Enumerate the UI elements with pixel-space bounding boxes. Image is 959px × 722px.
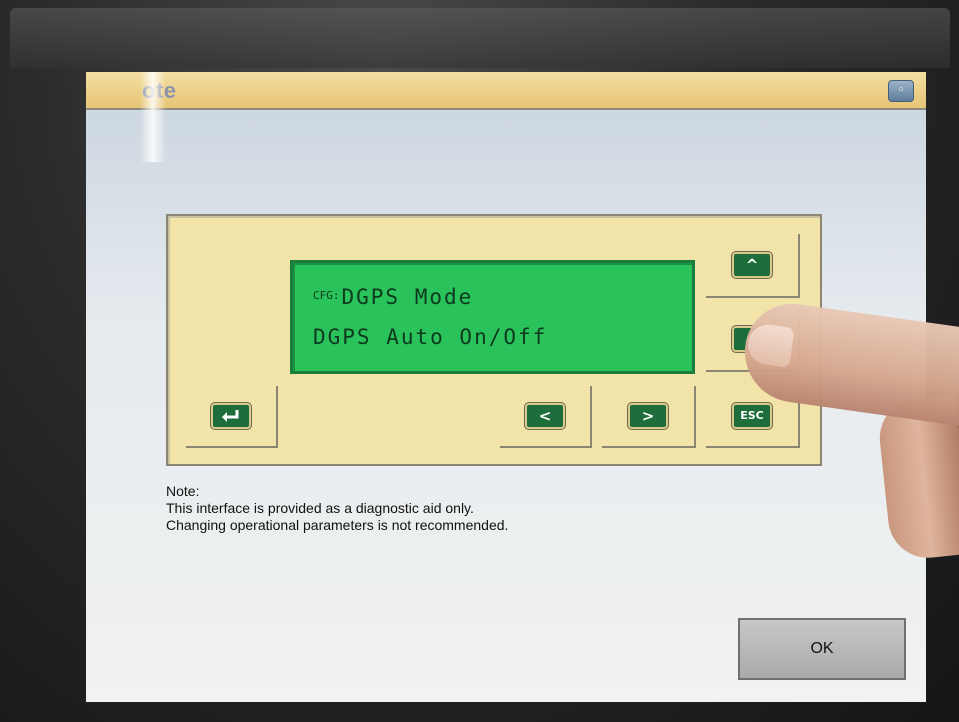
note-line-1: This interface is provided as a diagnost… [166, 500, 474, 516]
ok-button[interactable]: OK [738, 618, 906, 680]
window-title-bar: ote ◦ [86, 72, 926, 110]
note-heading: Note: [166, 483, 200, 499]
left-button[interactable]: < [525, 403, 565, 429]
note-text: Note: This interface is provided as a di… [166, 483, 508, 534]
up-button[interactable]: ^ [732, 252, 772, 278]
note-line-2: Changing operational parameters is not r… [166, 517, 509, 533]
lcd-line-2: DGPS Auto On/Off [313, 325, 548, 349]
remote-control-panel: CFG:DGPS Mode DGPS Auto On/Off ^ v < > [166, 214, 822, 466]
lcd-line-1-prefix: CFG: [313, 289, 340, 302]
camera-icon[interactable]: ◦ [888, 80, 914, 102]
enter-icon [222, 410, 239, 422]
esc-button[interactable]: ESC [732, 403, 772, 429]
screen-glare [140, 72, 166, 162]
enter-key-cell [186, 386, 278, 448]
lcd-display: CFG:DGPS Mode DGPS Auto On/Off [290, 260, 695, 374]
bezel-highlight [10, 8, 950, 68]
right-key-cell: > [602, 386, 696, 448]
lcd-line-1-text: DGPS Mode [341, 285, 474, 309]
enter-button[interactable] [211, 403, 251, 429]
up-key-cell: ^ [706, 234, 800, 298]
right-button[interactable]: > [628, 403, 668, 429]
lcd-line-1: CFG:DGPS Mode [313, 285, 473, 309]
left-key-cell: < [500, 386, 592, 448]
